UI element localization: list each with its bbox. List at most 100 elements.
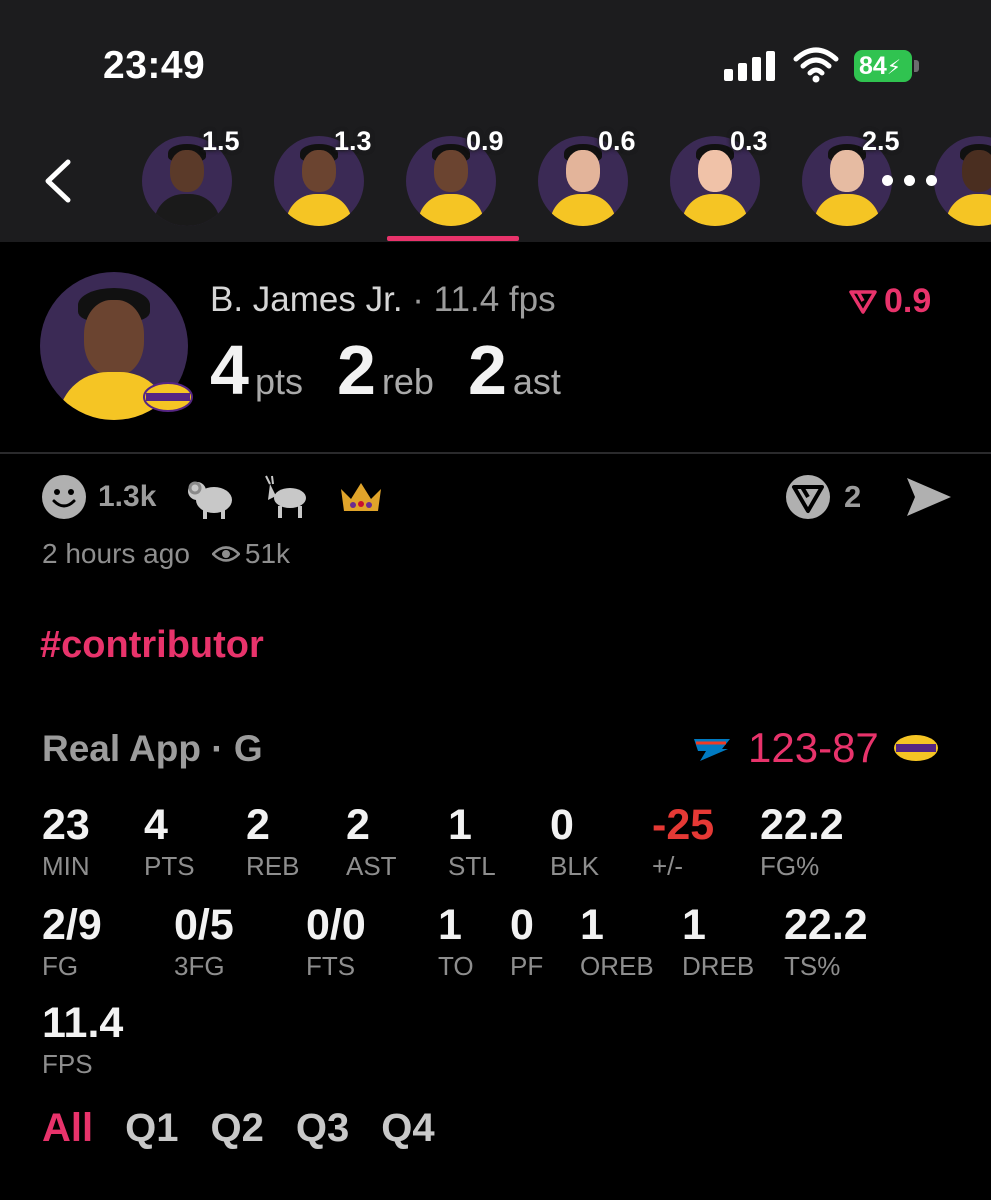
- reactions-bar: 1.3k: [40, 472, 410, 522]
- stat-value: -25: [652, 801, 715, 849]
- strip-value: 1.3: [334, 126, 372, 156]
- stat-value: 23: [42, 801, 90, 849]
- stat-value: 11.4: [42, 999, 124, 1047]
- filter-q3[interactable]: Q3: [296, 1106, 349, 1151]
- stat-label: OREB: [580, 951, 654, 981]
- stat-ts: 22.2 TS%: [784, 901, 868, 981]
- selected-player-indicator: [387, 236, 519, 241]
- goat-icon[interactable]: [262, 474, 312, 520]
- stat-value: 0/0: [306, 901, 366, 949]
- vote-badge[interactable]: 0.9: [848, 282, 931, 321]
- thunder-logo-icon: [694, 739, 730, 761]
- stat-value: 1: [448, 801, 472, 849]
- stat-value: 1: [438, 901, 462, 949]
- divider: [0, 452, 991, 454]
- ram-icon[interactable]: [186, 474, 236, 520]
- player-fps: · 11.4 fps: [412, 280, 556, 319]
- cell-signal-icon: [724, 51, 776, 81]
- stat-fg: 22.2 FG%: [760, 804, 844, 881]
- stat-pts: 4 PTS: [144, 801, 195, 881]
- view-count: 51k: [244, 538, 291, 569]
- stat-label: DREB: [682, 951, 755, 981]
- battery-level: 84: [859, 52, 887, 80]
- eye-icon: [211, 546, 240, 562]
- strip-player[interactable]: 1.3: [264, 126, 396, 242]
- filter-q2[interactable]: Q2: [210, 1106, 263, 1151]
- smiley-icon[interactable]: [40, 473, 88, 521]
- stat-ast: 2 AST: [346, 801, 397, 881]
- stat-3fg: 0/5 3FG: [174, 901, 234, 980]
- vote-arrow-icon: [849, 289, 877, 314]
- battery-indicator: 84⚡: [854, 50, 912, 82]
- filter-all[interactable]: All: [42, 1106, 93, 1151]
- stat-label: TO: [438, 951, 474, 981]
- stat-oreb: 1 OREB: [580, 901, 654, 981]
- score-separator: -: [818, 724, 833, 771]
- stat-value: 2: [346, 801, 370, 849]
- stat-value: 2: [246, 801, 270, 849]
- wifi-icon: [793, 47, 839, 83]
- filter-q4[interactable]: Q4: [381, 1106, 434, 1151]
- stat-fps: 11.4 FPS: [42, 999, 124, 1078]
- stat-value: 0: [510, 901, 534, 949]
- stat-reb: 2 REB: [246, 801, 300, 881]
- stat-label: PTS: [144, 851, 195, 881]
- stat-fg: 2/9 FG: [42, 901, 102, 980]
- crown-icon[interactable]: [338, 477, 384, 517]
- pts-label: pts: [254, 361, 303, 402]
- share-send-icon[interactable]: [905, 476, 953, 518]
- stat-to: 1 TO: [438, 901, 474, 981]
- strip-player[interactable]: 1.5: [132, 126, 264, 242]
- stat-value: 0: [550, 801, 574, 849]
- filter-q1[interactable]: Q1: [125, 1106, 178, 1151]
- stat-value: 0/5: [174, 901, 234, 949]
- player-stat-line: 4 pts 2 reb 2 ast: [210, 330, 595, 410]
- home-score: 123: [748, 724, 819, 771]
- lakers-logo-icon: [893, 735, 938, 761]
- stat-label: MIN: [42, 851, 90, 881]
- vote-count: 2: [844, 479, 862, 514]
- ast-label: ast: [512, 361, 561, 402]
- stat-label: PF: [510, 951, 544, 981]
- strip-player[interactable]: 0.3: [660, 126, 792, 242]
- stat-pf: 0 PF: [510, 901, 544, 981]
- charging-bolt-icon: ⚡: [886, 57, 901, 79]
- strip-player[interactable]: 0.6: [528, 126, 660, 242]
- strip-value: 0.6: [598, 126, 636, 156]
- vote-value: 0.9: [884, 282, 932, 320]
- time-ago: 2 hours ago: [42, 538, 190, 569]
- player-name: B. James Jr.: [210, 280, 403, 319]
- stat-value: 22.2: [784, 901, 868, 949]
- stat-label: TS%: [784, 951, 841, 981]
- right-actions: 2: [784, 472, 953, 522]
- stat-: -25 +/-: [652, 801, 715, 881]
- stat-label: REB: [246, 851, 300, 881]
- battery-tip: [914, 60, 919, 72]
- more-options-button[interactable]: [876, 158, 944, 202]
- strip-player[interactable]: 0.9: [396, 126, 528, 242]
- hashtag-link[interactable]: #contributor: [40, 624, 264, 667]
- stat-label: +/-: [652, 851, 684, 881]
- stat-value: 2/9: [42, 901, 102, 949]
- player-strip: 1.5 1.3 0.9 0.6 0.3 2.5: [0, 126, 991, 242]
- vote-circle-icon[interactable]: [784, 473, 832, 521]
- stat-label: STL: [448, 851, 496, 881]
- stat-label: BLK: [550, 851, 600, 881]
- status-time: 23:49: [103, 44, 206, 87]
- stat-value: 1: [682, 901, 706, 949]
- stat-label: FTS: [306, 951, 356, 981]
- strip-value: 0.3: [730, 126, 768, 156]
- stat-label: FG%: [760, 851, 820, 881]
- strip-value: 2.5: [862, 126, 900, 156]
- stat-label: AST: [346, 851, 397, 881]
- reb-value: 2: [336, 331, 376, 409]
- strip-value: 0.9: [466, 126, 504, 156]
- stat-value: 4: [144, 801, 168, 849]
- strip-value: 1.5: [202, 126, 240, 156]
- pts-value: 4: [210, 331, 249, 409]
- stat-stl: 1 STL: [448, 801, 496, 881]
- stat-value: 1: [580, 901, 604, 949]
- game-score[interactable]: 123 - 87: [692, 724, 939, 772]
- reb-label: reb: [381, 361, 434, 402]
- period-filters: All Q1 Q2 Q3 Q4: [42, 1106, 467, 1151]
